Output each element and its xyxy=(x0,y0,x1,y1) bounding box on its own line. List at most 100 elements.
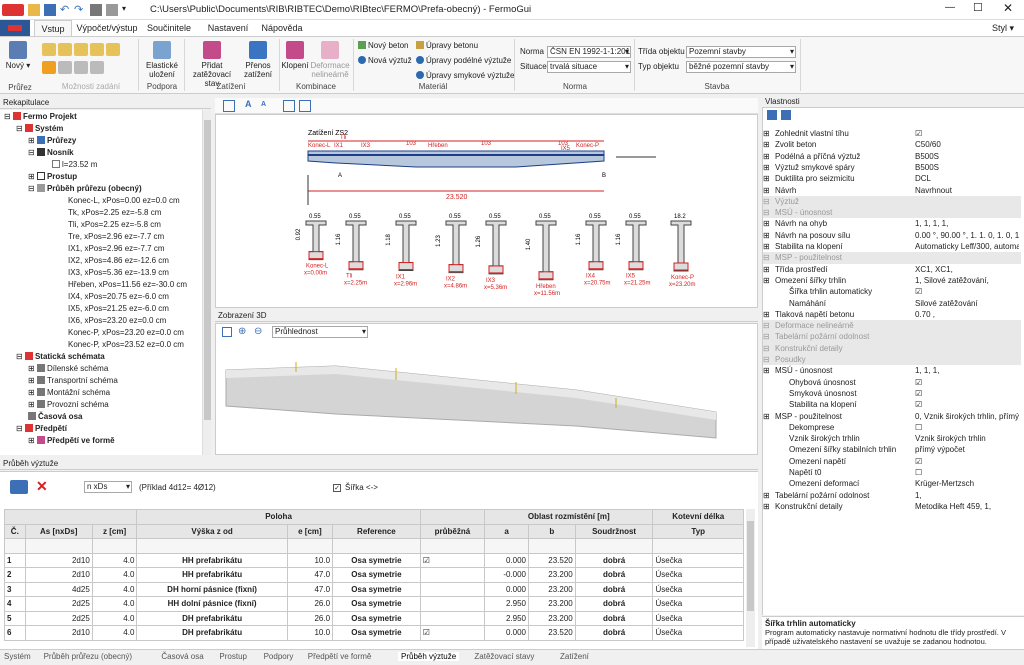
document-tab[interactable]: Průběh výztuže xyxy=(398,652,460,661)
document-tab[interactable]: Průběh průřezu (obecný) xyxy=(44,652,133,661)
grid-cell[interactable]: HH prefabrikátu xyxy=(136,567,288,583)
tree-item-section[interactable]: IX1, xPos=2.96 ez=-7.7 cm xyxy=(68,243,165,254)
fit-view-icon[interactable] xyxy=(223,100,235,112)
grid-cell[interactable]: 2.950 xyxy=(484,596,529,612)
document-tab[interactable]: Systém xyxy=(4,652,31,661)
column-header[interactable]: Soudržnost xyxy=(574,523,654,539)
grid-cell[interactable] xyxy=(419,610,486,626)
property-value[interactable]: 1, 1, 1, 1, xyxy=(915,218,1019,229)
object-type-select[interactable]: běžné pozemní stavby xyxy=(686,61,796,73)
tree-item-section[interactable]: IX4, xPos=20.75 ez=-6.0 cm xyxy=(68,291,169,302)
grid-cell[interactable]: Úsečka xyxy=(652,581,744,597)
grid-cell[interactable]: 2d25 xyxy=(24,610,93,626)
property-category[interactable]: ⊟ MSP - použitelnost xyxy=(763,252,1021,264)
property-value[interactable]: Automaticky Leff/300, automati... xyxy=(915,241,1019,252)
close-icon[interactable]: ✕ xyxy=(1003,1,1013,15)
edit-long-rebar-button[interactable]: Úpravy podélné výztuže xyxy=(416,56,511,65)
property-value[interactable]: ☐ xyxy=(915,467,1019,478)
property-value[interactable]: ☑ xyxy=(915,286,1019,297)
tree-item-section[interactable]: Hřeben, xPos=11.56 ez=-30.0 cm xyxy=(68,279,187,290)
document-tab[interactable]: Časová osa xyxy=(161,652,203,661)
zoom-beam-icon[interactable] xyxy=(299,100,311,112)
tree-item-section[interactable]: IX3, xPos=5.36 ez=-13.9 cm xyxy=(68,267,169,278)
table-row[interactable]: 5 2d25 4.0 DH prefabrikátu 26.0 Osa symetrie 2… xyxy=(4,610,744,626)
box-beam-icon[interactable] xyxy=(74,43,88,56)
grid-cell[interactable]: dobrá xyxy=(574,625,654,641)
property-row[interactable]: ⊞ Konstrukční detaily Metodika Heft 459, … xyxy=(763,501,1021,512)
property-row[interactable]: Namáhání Silové zatěžování xyxy=(763,298,1021,309)
new-rebar-button[interactable]: Nová výztuž xyxy=(358,56,412,65)
grid-cell[interactable]: Úsečka xyxy=(652,552,744,568)
grid-cell[interactable] xyxy=(419,567,486,583)
property-row[interactable]: Ohybová únosnost ☑ xyxy=(763,377,1021,388)
file-menu-button[interactable] xyxy=(0,20,30,36)
redo-icon[interactable]: ↷ xyxy=(74,4,86,16)
filter-cell[interactable] xyxy=(419,538,486,554)
grid-cell[interactable]: 0.000 xyxy=(484,552,529,568)
grid-cell[interactable]: Osa symetrie xyxy=(332,581,421,597)
grid-cell[interactable]: Osa symetrie xyxy=(332,610,421,626)
tree-scrollbar[interactable] xyxy=(202,110,211,455)
tree-item-scheme[interactable]: ⊞ Transportní schéma xyxy=(28,375,118,386)
column-header[interactable]: Typ xyxy=(652,523,744,539)
tree-item-section[interactable]: Tk, xPos=2.25 ez=-5.8 cm xyxy=(68,207,161,218)
add-row-icon[interactable] xyxy=(10,480,28,494)
property-category[interactable]: ⊟ Konstrukční detaily xyxy=(763,342,1021,354)
grid-cell[interactable]: DH horní pásnice (fixní) xyxy=(136,581,288,597)
tree-item-opening[interactable]: ⊞ Prostup xyxy=(28,171,77,182)
grid-cell[interactable]: 0.000 xyxy=(484,581,529,597)
grid-cell[interactable]: 47.0 xyxy=(286,581,334,597)
tree-item-scheme[interactable]: ⊞ Dílenské schéma xyxy=(28,363,108,374)
grid-cell[interactable]: 6 xyxy=(4,625,26,641)
grid-cell[interactable]: 23.520 xyxy=(528,625,576,641)
preview-icon[interactable] xyxy=(106,4,118,16)
property-row[interactable]: Šířka trhlin automaticky ☑ xyxy=(763,286,1021,297)
property-value[interactable]: 1, xyxy=(915,490,1019,501)
property-value[interactable]: Metodika Heft 459, 1, xyxy=(915,501,1019,512)
property-value[interactable]: B500S xyxy=(915,162,1019,173)
undo-icon[interactable]: ↶ xyxy=(60,4,72,16)
nonlinear-deformation-button[interactable]: Deformace nelineárně xyxy=(309,41,351,79)
column-header[interactable]: b xyxy=(528,523,576,539)
tab-napoveda[interactable]: Nápověda xyxy=(258,20,306,36)
table-row[interactable]: 6 2d10 4.0 DH prefabrikátu 10.0 Osa symetrie ☑… xyxy=(4,625,744,641)
filter-cell[interactable] xyxy=(484,538,529,554)
grid-cell[interactable]: Úsečka xyxy=(652,596,744,612)
font-decrease-icon[interactable]: A xyxy=(261,101,266,108)
tree-item-section[interactable]: IX2, xPos=4.86 ez=-12.6 cm xyxy=(68,255,169,266)
property-value[interactable]: Vznik širokých trhlin xyxy=(915,433,1019,444)
beam-2d-view[interactable]: Zatížení ZS2 Konec-L Tli IX1 IX3 Hřeben … xyxy=(215,114,758,308)
table-row[interactable]: 3 4d25 4.0 DH horní pásnice (fixní) 47.0 Osa … xyxy=(4,581,744,597)
tree-item-section[interactable]: Konec-L, xPos=0.00 ez=0.0 cm xyxy=(68,195,180,206)
grid-cell[interactable]: 23.200 xyxy=(528,581,576,597)
column-header[interactable]: Výška z od xyxy=(136,523,288,539)
grid-cell[interactable]: 4.0 xyxy=(91,567,138,583)
property-value[interactable]: Navrhnout xyxy=(915,185,1019,196)
grid-cell[interactable]: 23.520 xyxy=(528,552,576,568)
tree-item-prestress-form[interactable]: ⊞ Předpětí ve formě xyxy=(28,435,115,446)
save-icon[interactable] xyxy=(44,4,56,16)
table-row[interactable]: 1 2d10 4.0 HH prefabrikátu 10.0 Osa symetrie ☑… xyxy=(4,552,744,568)
grid-cell[interactable]: Úsečka xyxy=(652,610,744,626)
grid-cell[interactable] xyxy=(419,581,486,597)
tree-item-profile-course[interactable]: ⊟ Průběh průřezu (obecný) xyxy=(28,183,142,194)
tree-item-section[interactable]: Konec-P, xPos=23.52 ez=0.0 cm xyxy=(68,339,184,350)
grid-cell[interactable]: HH prefabrikátu xyxy=(136,552,288,568)
grid-cell[interactable]: 2d10 xyxy=(24,567,93,583)
filter-cell[interactable] xyxy=(24,538,93,554)
property-value[interactable]: XC1, XC1, xyxy=(915,264,1019,275)
filter-cell[interactable] xyxy=(652,538,744,554)
property-row[interactable]: Napětí t0 ☐ xyxy=(763,467,1021,478)
property-row[interactable]: ⊞ Návrh na posouv sílu 0.00 °, 90.00 °, 1… xyxy=(763,230,1021,241)
property-value[interactable]: ☑ xyxy=(915,456,1019,467)
property-row[interactable]: ⊞ Tlaková napětí betonu 0.70 , xyxy=(763,309,1021,320)
property-value[interactable]: ☑ xyxy=(915,377,1019,388)
load-transfer-button[interactable]: Přenos zatížení xyxy=(241,41,275,79)
property-row[interactable]: ⊞ Návrh Navrhnout xyxy=(763,185,1021,196)
property-row[interactable]: Dekomprese ☐ xyxy=(763,422,1021,433)
i-beam-icon[interactable] xyxy=(42,43,56,56)
grid-cell[interactable]: Úsečka xyxy=(652,625,744,641)
app-menu-icon[interactable] xyxy=(2,4,24,16)
filter-cell[interactable] xyxy=(91,538,138,554)
tree-item-section[interactable]: IX5, xPos=21.25 ez=-6.0 cm xyxy=(68,303,169,314)
